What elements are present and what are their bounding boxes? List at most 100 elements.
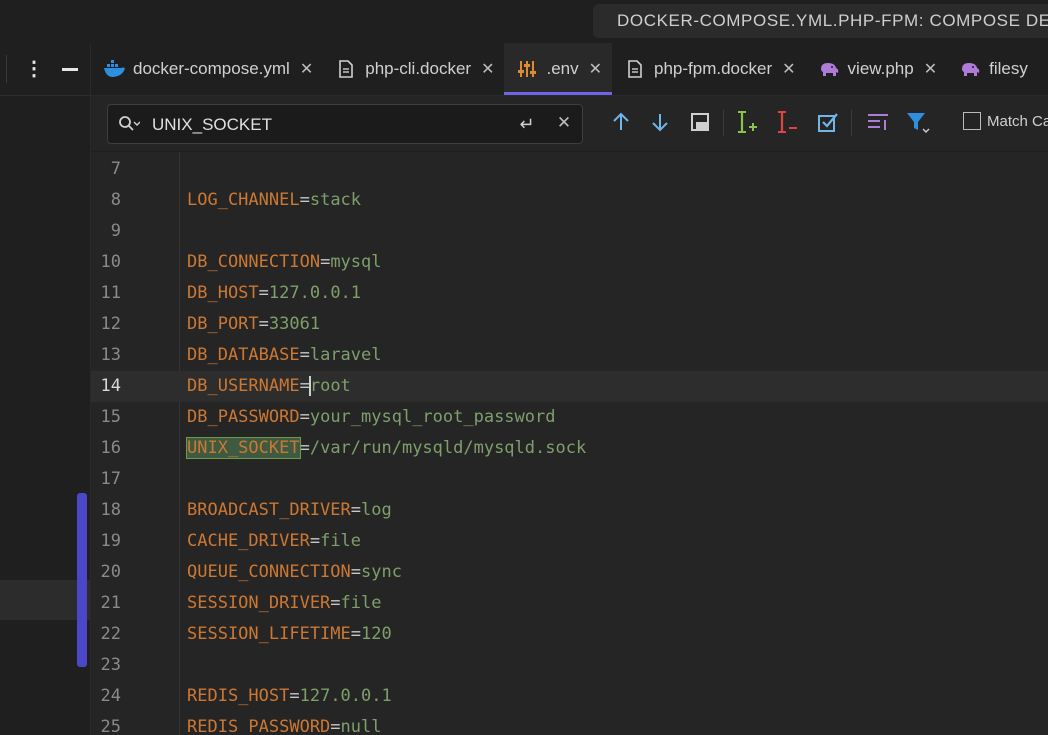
tab-label: php-cli.docker [365,59,472,78]
code-line[interactable]: 15 DB_PASSWORD=your_mysql_root_password [91,402,1048,433]
code-line[interactable]: 8 LOG_CHANNEL=stack [91,185,1048,216]
next-match-icon[interactable] [648,110,672,134]
enter-icon[interactable]: ↵ [516,114,538,134]
code-line[interactable]: 14 DB_USERNAME=root [91,371,1048,402]
search-icon[interactable] [118,115,140,133]
code-line[interactable]: 25 REDIS_PASSWORD=null [91,712,1048,735]
code-line[interactable]: 21 SESSION_DRIVER=file [91,588,1048,619]
tab-label: docker-compose.yml [133,59,290,78]
code-line[interactable]: 12 DB_PORT=33061 [91,309,1048,340]
equals-sign: = [258,314,269,334]
find-box: ↵ ✕ [107,104,583,144]
line-content: REDIS_PASSWORD=null [187,712,382,735]
filter-icon[interactable] [906,110,930,134]
code-line[interactable]: 19 CACHE_DRIVER=file [91,526,1048,557]
tab-label: .env [546,59,579,78]
code-line[interactable]: 17 [91,464,1048,495]
match-case-option[interactable]: Match Ca [963,112,1048,130]
sidebar-header: ⋮ [0,43,90,96]
env-value: laravel [309,345,382,365]
toolbar-divider [723,110,724,136]
kebab-menu-icon[interactable]: ⋮ [24,57,44,81]
env-value: 33061 [268,314,321,334]
tab-env[interactable]: .env ✕ [504,43,613,95]
line-number: 22 [100,624,121,644]
code-line[interactable]: 23 [91,650,1048,681]
code-editor[interactable]: 7 8 LOG_CHANNEL=stack 9 10 DB_CONNECTION=mysq… [91,152,1048,735]
code-line[interactable]: 11 DB_HOST=127.0.0.1 [91,278,1048,309]
env-key: REDIS_HOST [187,686,290,706]
clear-icon[interactable]: ✕ [554,113,574,133]
code-line[interactable]: 22 SESSION_LIFETIME=120 [91,619,1048,650]
close-icon[interactable]: ✕ [481,59,494,79]
close-icon[interactable]: ✕ [924,59,937,79]
tab-docker-compose[interactable]: docker-compose.yml ✕ [91,43,323,95]
env-key: REDIS_PASSWORD [187,717,331,735]
php-elephant-icon [962,63,980,76]
title-bar: DOCKER-COMPOSE.YML.PHP-FPM: COMPOSE DEPL [0,0,1048,43]
equals-sign: = [350,500,362,520]
equals-sign: = [350,562,362,582]
find-bar: ↵ ✕ Match C [91,96,1048,151]
find-input[interactable] [150,111,504,139]
file-icon [628,60,642,78]
line-number: 19 [100,531,121,551]
line-number: 12 [100,314,121,334]
previous-match-icon[interactable] [609,110,633,134]
tab-view-php[interactable]: view.php ✕ [806,43,948,95]
line-number: 9 [110,221,121,241]
line-content: LOG_CHANNEL=stack [187,185,361,216]
select-all-occurrences-icon[interactable] [816,110,840,134]
code-line[interactable]: 20 QUEUE_CONNECTION=sync [91,557,1048,588]
close-icon[interactable]: ✕ [782,59,795,79]
line-content: DB_PORT=33061 [187,309,320,340]
equals-sign: = [309,531,321,551]
line-number: 17 [100,469,121,489]
filter-options-icon[interactable] [866,110,890,134]
code-line[interactable]: 18 BROADCAST_DRIVER=log [91,495,1048,526]
line-content: DB_DATABASE=laravel [187,340,382,371]
equals-sign: = [330,593,341,613]
match-case-checkbox[interactable] [963,112,981,130]
line-number: 25 [100,717,121,735]
code-line[interactable]: 7 [91,154,1048,185]
sidebar-scrollbar[interactable] [77,493,87,667]
close-icon[interactable]: ✕ [300,59,313,79]
tab-label: view.php [847,59,914,78]
sidebar: ⋮ [0,43,91,735]
code-line[interactable]: 9 [91,216,1048,247]
tab-php-cli-docker[interactable]: php-cli.docker ✕ [323,43,504,95]
line-number: 16 [100,438,121,458]
window-title-chip[interactable]: DOCKER-COMPOSE.YML.PHP-FPM: COMPOSE DEPL [593,4,1048,38]
tab-label: filesy [989,59,1028,78]
line-content: CACHE_DRIVER=file [187,526,361,557]
env-key: DB_DATABASE [187,345,300,365]
equals-sign: = [289,686,300,706]
code-line[interactable]: 10 DB_CONNECTION=mysql [91,247,1048,278]
line-number: 13 [100,345,121,365]
env-value: file [340,593,382,613]
env-value: /var/run/mysqld/mysqld.sock [309,438,587,458]
line-number: 10 [100,252,121,272]
line-content: REDIS_HOST=127.0.0.1 [187,681,392,712]
code-line[interactable]: 24 REDIS_HOST=127.0.0.1 [91,681,1048,712]
env-value: root [309,376,351,396]
env-key: SESSION_LIFETIME [187,624,351,644]
php-elephant-icon [820,63,838,76]
tab-php-fpm-docker[interactable]: php-fpm.docker ✕ [612,43,806,95]
line-number: 23 [100,655,121,675]
tab-filesystem[interactable]: filesy [947,43,1038,95]
code-line[interactable]: 13 DB_DATABASE=laravel [91,340,1048,371]
env-value: null [340,717,382,735]
code-line[interactable]: 16 UNIX_SOCKET=/var/run/mysqld/mysqld.soc… [91,433,1048,464]
line-number: 14 [100,376,121,396]
remove-cursor-icon[interactable] [776,110,800,134]
find-in-selection-icon[interactable] [688,110,712,134]
env-key: DB_HOST [187,283,259,303]
env-key: BROADCAST_DRIVER [187,500,351,520]
minimize-icon[interactable] [62,57,78,81]
close-icon[interactable]: ✕ [589,59,602,79]
env-key: DB_PORT [187,314,259,334]
equals-sign: = [258,283,269,303]
add-cursor-icon[interactable] [736,110,760,134]
